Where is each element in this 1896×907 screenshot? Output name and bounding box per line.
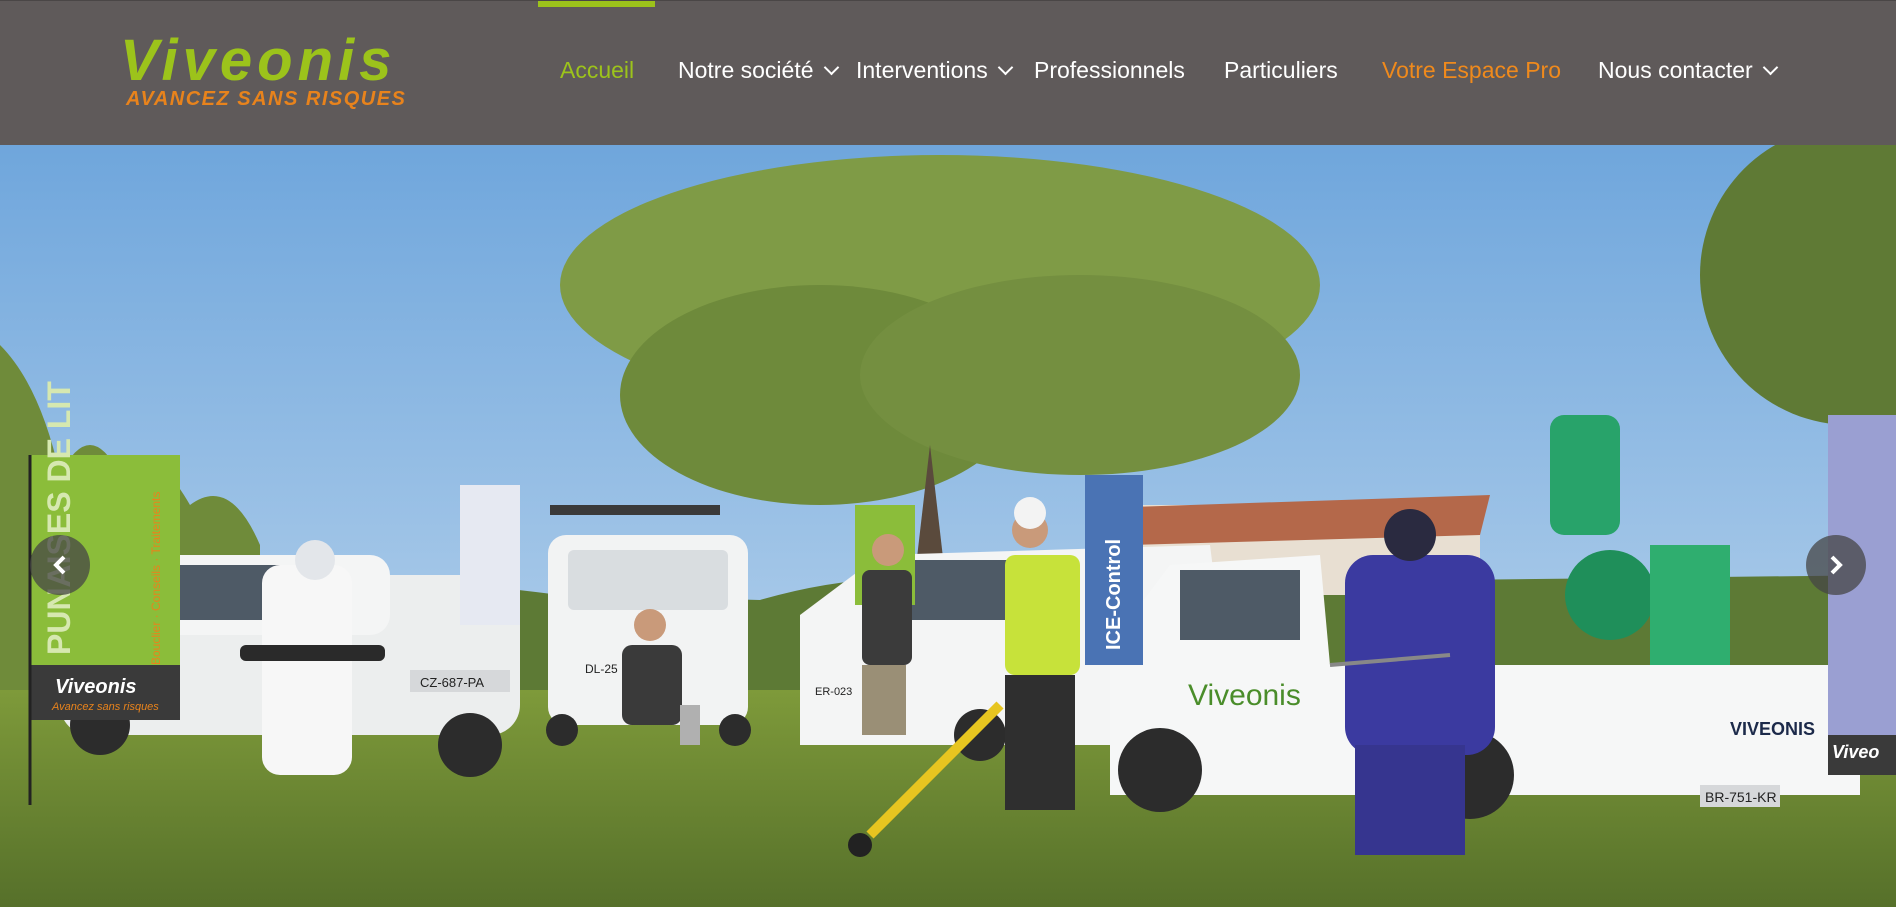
- nav-item-label: Notre société: [678, 57, 814, 83]
- nav-item-label: Nous contacter: [1598, 57, 1753, 83]
- nav-item-label: Interventions: [856, 57, 988, 83]
- nav-item-interventions[interactable]: Interventions: [856, 57, 1013, 84]
- chevron-down-icon: [1762, 59, 1778, 76]
- plate-truck: BR-751-KR: [1705, 789, 1777, 805]
- nav-item-label: Votre Espace Pro: [1382, 57, 1561, 83]
- truck-logo: Viveonis: [1188, 679, 1301, 712]
- chevron-down-icon: [823, 59, 839, 76]
- nav-item-label: Particuliers: [1224, 57, 1338, 83]
- plate-berlingo: ER-023: [815, 686, 852, 698]
- flag-left-brand: Viveonis: [55, 676, 137, 698]
- nav-item-notre-societe[interactable]: Notre société: [678, 57, 839, 84]
- chevron-right-icon: [1830, 555, 1843, 575]
- logo-name: Viveonis: [120, 28, 397, 93]
- chevron-down-icon: [997, 59, 1013, 76]
- nav-item-nous-contacter[interactable]: Nous contacter: [1598, 57, 1778, 84]
- nav-item-espace-pro[interactable]: Votre Espace Pro: [1382, 57, 1561, 84]
- nav-item-professionnels[interactable]: Professionnels: [1034, 57, 1185, 84]
- chevron-left-icon: [53, 555, 66, 575]
- hero-image: CZ-687-PA DL-25 ER-023 Viveonis VIVEONIS…: [0, 145, 1896, 907]
- site-logo[interactable]: Viveonis AVANCEZ SANS RISQUES: [118, 31, 408, 116]
- nav-active-indicator: [538, 1, 655, 7]
- flag-center-blue: ICE-Control: [1103, 539, 1125, 650]
- site-header: Viveonis AVANCEZ SANS RISQUES Accueil No…: [0, 0, 1896, 145]
- nav-item-particuliers[interactable]: Particuliers: [1224, 57, 1338, 84]
- logo-tagline: AVANCEZ SANS RISQUES: [126, 88, 407, 110]
- flag-left-sub: Bouclier · Conseils · Traitements: [149, 492, 163, 665]
- nav-item-label: Accueil: [560, 57, 635, 83]
- flag-left-brand-sub: Avancez sans risques: [51, 701, 159, 713]
- flag-left-main: PUNAISES DE LIT: [41, 381, 77, 655]
- hero-slider: CZ-687-PA DL-25 ER-023 Viveonis VIVEONIS…: [0, 145, 1896, 907]
- nav-item-accueil[interactable]: Accueil: [560, 57, 634, 84]
- truck-rear-logo: VIVEONIS: [1730, 719, 1815, 739]
- flag-right-brand: Viveo: [1832, 742, 1879, 762]
- plate-car-left: CZ-687-PA: [420, 675, 484, 690]
- slider-prev-button[interactable]: [30, 535, 90, 595]
- slider-next-button[interactable]: [1806, 535, 1866, 595]
- nav-item-label: Professionnels: [1034, 57, 1185, 83]
- plate-van: DL-25: [585, 662, 618, 676]
